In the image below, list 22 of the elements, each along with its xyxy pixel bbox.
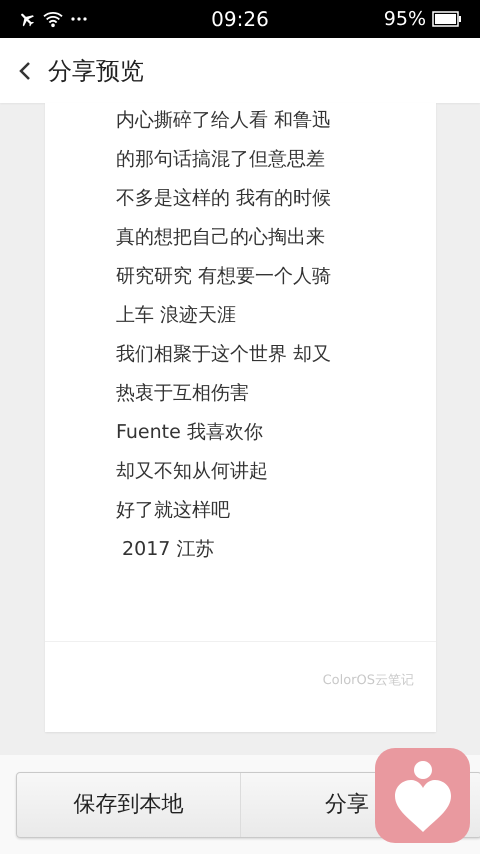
battery-icon [432,11,462,27]
note-line: 却又不知从何讲起 [116,459,269,484]
battery-percent: 95% [384,6,426,32]
note-line: 的那句话搞混了但意思差 [116,147,326,172]
note-line: 研究研究 有想要一个人骑 [116,264,332,289]
save-button[interactable]: 保存到本地 [17,772,241,836]
note-line: 热衷于互相伤害 [116,381,250,406]
note-line: 不多是这样的 我有的时候 [116,186,332,211]
more-icon [70,16,88,22]
note-line: 内心撕碎了给人看 和鲁迅 [116,108,332,133]
page-title: 分享预览 [48,56,144,86]
note-line: 我们相聚于这个世界 却又 [116,342,332,367]
note-line: Fuente 我喜欢你 [116,420,264,445]
share-button[interactable]: 分享 [241,772,480,836]
note-line: 2017 江苏 [121,537,216,562]
wifi-icon [42,10,64,28]
note-line: 好了就这样吧 [116,498,231,523]
status-time: 09:26 [210,6,270,33]
note-line: 真的想把自己的心掏出来 [116,225,326,250]
note-line: 上车 浪迹天涯 [116,303,238,328]
heart-person-icon [392,760,452,832]
back-icon [18,60,32,82]
